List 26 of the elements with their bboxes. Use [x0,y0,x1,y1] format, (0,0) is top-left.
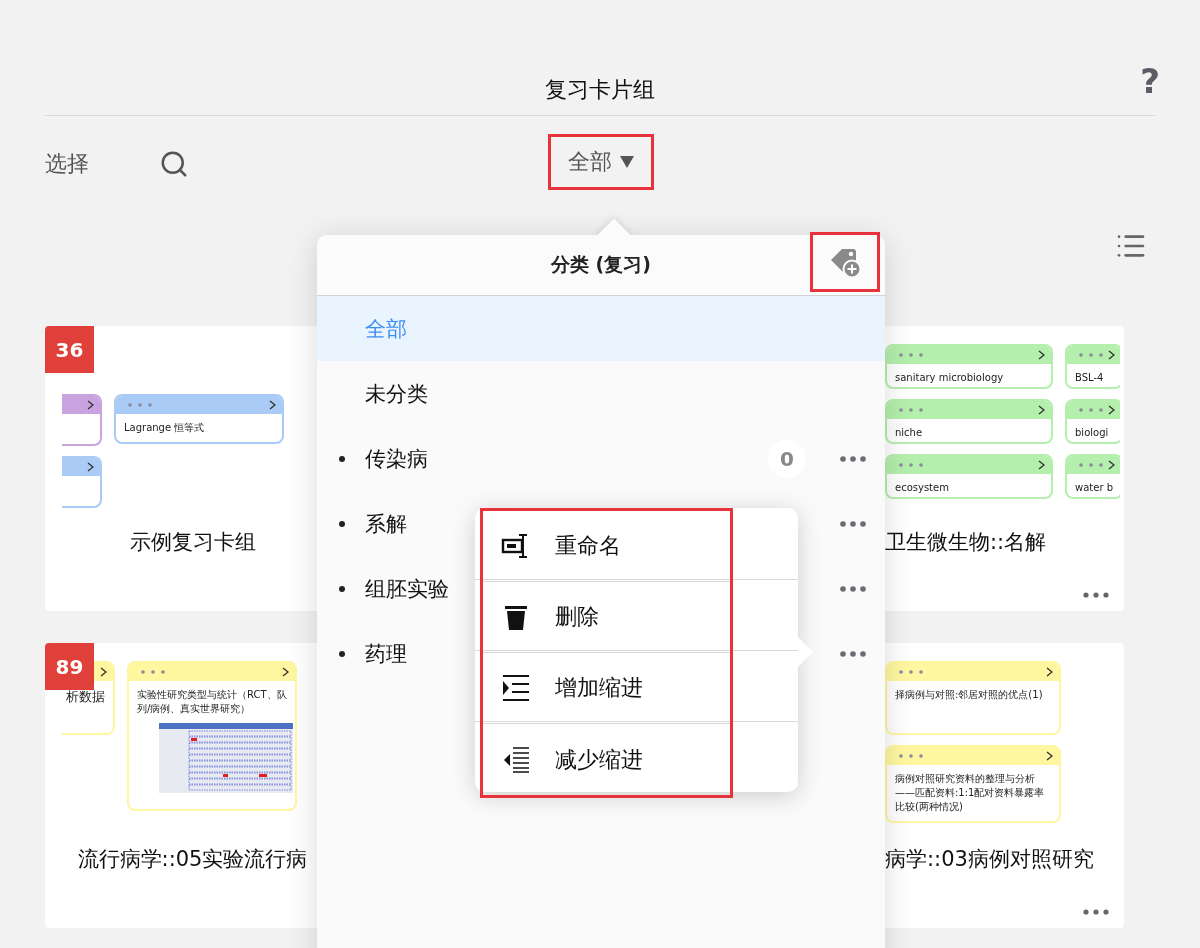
count-badge: 89 [45,643,94,690]
category-label: 系解 [365,510,407,538]
page-title: 复习卡片组 [545,76,655,104]
category-label: 组胚实验 [365,575,449,603]
popover-title: 分类 (复习) [551,252,651,277]
category-count: 0 [768,439,806,478]
deck-title: 流行病学::05实验流行病 [76,846,309,873]
note-text: ecosystem [894,481,950,495]
note-text: 择病例与对照:邻居对照的优点(1) [894,688,1044,702]
note-text: sanitary microbiology [894,371,1005,385]
note-text: BSL-4 [1074,371,1105,385]
category-label: 传染病 [365,445,428,473]
deck-title: 病学::03病例对照研究 [884,846,1095,873]
note-text: niche [894,426,924,440]
note-text: water b [1074,481,1115,495]
note-text: 实验性研究类型与统计（RCT、队列/病例、真实世界研究） [136,688,288,716]
deck-title: 示例复习卡组 [128,529,257,556]
note-text: Lagrange 恒等式 [123,421,206,435]
note-text: 病例对照研究资料的整理与分析——匹配资料:1:1配对资料暴露率比较(两种情况) [894,772,1046,814]
count-badge: 36 [45,326,94,373]
category-label: 未分类 [365,380,428,408]
category-label: 全部 [365,315,407,343]
note-text: biologi [1074,426,1110,440]
category-label: 药理 [365,640,407,668]
note-text: 析数据 [65,688,106,706]
deck-title: 卫生微生物::名解 [884,529,1048,556]
